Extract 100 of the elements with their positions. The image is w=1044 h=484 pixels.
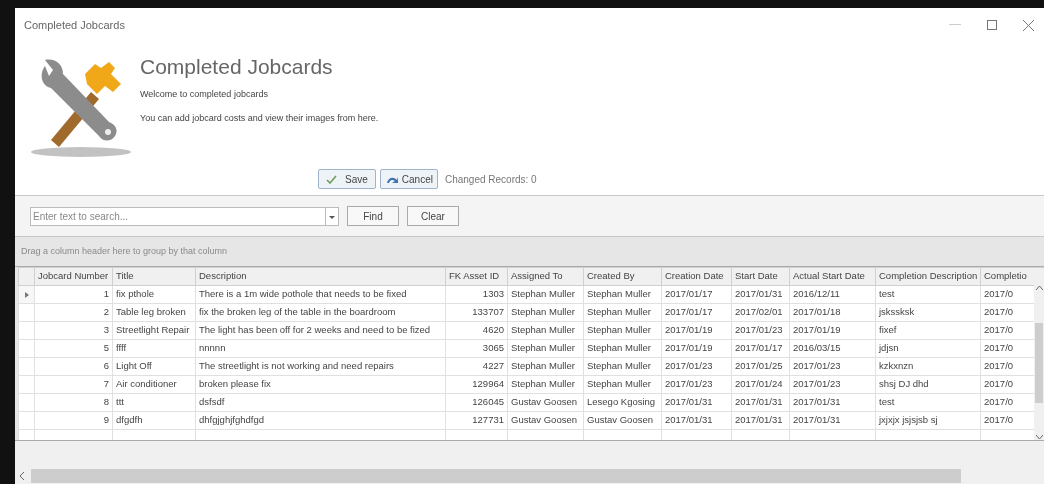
minimize-icon[interactable]: [949, 24, 961, 26]
subtitle-text: You can add jobcard costs and view their images from here.: [140, 111, 379, 125]
table-cell: The light has been off for 2 weeks and need to be fized: [195, 321, 446, 340]
table-cell: 7: [34, 375, 113, 394]
maximize-icon[interactable]: [987, 20, 997, 30]
search-field[interactable]: Enter text to search...: [30, 206, 326, 226]
table-cell: Light Off: [112, 357, 196, 376]
table-cell: 3065: [445, 339, 508, 358]
table-cell: The streetlight is not working and need repairs: [195, 357, 446, 376]
current-row-icon: [24, 291, 29, 298]
checkmark-icon: [326, 174, 337, 184]
table-cell: fix the broken leg of the table in the boardroom: [195, 303, 446, 322]
table-cell: shsj DJ dhd: [875, 375, 981, 394]
table-cell: 2017/01/31: [661, 411, 732, 430]
table-cell: 2: [34, 303, 113, 322]
table-cell: 2017/01/31: [661, 393, 732, 412]
table-cell: Stephan Muller: [583, 339, 662, 358]
changed-records-text: Changed Records: 0: [444, 172, 537, 187]
table-cell: 2017/01/31: [731, 285, 790, 304]
column-header[interactable]: Completio: [980, 267, 1044, 286]
table-cell: kzkxnzn: [875, 357, 981, 376]
save-button[interactable]: Save: [318, 169, 376, 189]
column-header[interactable]: Title: [112, 267, 196, 286]
table-cell: 2017/01/31: [731, 411, 790, 430]
table-cell: dhfgjghjfghdfgd: [195, 411, 446, 430]
page-title: Completed Jobcards: [140, 54, 334, 80]
table-cell: 4620: [445, 321, 508, 340]
table-cell: 2017/01/25: [731, 357, 790, 376]
column-header[interactable]: Completion Description: [875, 267, 981, 286]
column-header[interactable]: Created By: [583, 267, 662, 286]
table-cell: 5: [34, 339, 113, 358]
table-cell: fixef: [875, 321, 981, 340]
table-cell: ttt: [112, 393, 196, 412]
table-cell: 2017/02/01: [731, 303, 790, 322]
column-header[interactable]: Start Date: [731, 267, 790, 286]
table-cell: 2017/01/19: [789, 321, 876, 340]
table-cell: Stephan Muller: [507, 321, 584, 340]
table-cell: jdjsn: [875, 339, 981, 358]
table-cell: Stephan Muller: [583, 357, 662, 376]
column-header[interactable]: Actual Start Date: [789, 267, 876, 286]
table-cell: 8: [34, 393, 113, 412]
table-cell: 2017/01/17: [661, 285, 732, 304]
table-cell: Stephan Muller: [507, 303, 584, 322]
table-cell: 2017/01/31: [789, 411, 876, 430]
table-cell: Gustav Goosen: [583, 411, 662, 430]
row-indicator-header: [18, 267, 35, 286]
table-cell: jxjxjx jsjsjsb sj: [875, 411, 981, 430]
table-cell: Stephan Muller: [507, 339, 584, 358]
group-panel-hint: Drag a column header here to group by that column: [21, 244, 228, 258]
table-cell: Stephan Muller: [507, 375, 584, 394]
scroll-left-icon[interactable]: [19, 472, 27, 480]
close-icon[interactable]: [1023, 19, 1034, 31]
table-cell: Gustav Goosen: [507, 411, 584, 430]
table-cell: 1: [34, 285, 113, 304]
column-header[interactable]: Description: [195, 267, 446, 286]
table-cell: 9: [34, 411, 113, 430]
scroll-down-icon[interactable]: [1035, 435, 1043, 440]
table-cell: Gustav Goosen: [507, 393, 584, 412]
table-cell: broken please fix: [195, 375, 446, 394]
table-cell: 3: [34, 321, 113, 340]
table-cell: Stephan Muller: [507, 285, 584, 304]
table-cell: 2016/03/15: [789, 339, 876, 358]
table-cell: dfgdfh: [112, 411, 196, 430]
welcome-text: Welcome to completed jobcards: [140, 88, 269, 101]
table-cell: Stephan Muller: [583, 303, 662, 322]
table-cell: 4227: [445, 357, 508, 376]
table-cell: 2017/01/24: [731, 375, 790, 394]
table-cell: Stephan Muller: [583, 321, 662, 340]
table-cell: 1303: [445, 285, 508, 304]
table-cell: 6: [34, 357, 113, 376]
column-header[interactable]: FK Asset ID: [445, 267, 508, 286]
table-cell: Lesego Kgosing: [583, 393, 662, 412]
scrollbar-thumb[interactable]: [31, 469, 961, 483]
scrollbar-thumb[interactable]: [1035, 322, 1043, 403]
table-cell: Table leg broken: [112, 303, 196, 322]
table-cell: fix pthole: [112, 285, 196, 304]
table-cell: test: [875, 393, 981, 412]
table-cell: dsfsdf: [195, 393, 446, 412]
cancel-button[interactable]: Cancel: [379, 169, 438, 189]
table-cell: nnnnn: [195, 339, 446, 358]
table-cell: 2017/01/23: [661, 357, 732, 376]
table-cell: 127731: [445, 411, 508, 430]
find-button[interactable]: Find: [347, 206, 399, 226]
table-cell: 2017/01/19: [661, 321, 732, 340]
table-cell: Streetlight Repair: [112, 321, 196, 340]
scroll-up-icon[interactable]: [1035, 285, 1043, 290]
table-cell: 2017/01/23: [661, 375, 732, 394]
table-cell: 133707: [445, 303, 508, 322]
column-header[interactable]: Assigned To: [507, 267, 584, 286]
clear-button[interactable]: Clear: [407, 206, 459, 226]
table-cell: 2017/01/17: [661, 303, 732, 322]
table-cell: 2017/01/23: [789, 375, 876, 394]
column-header[interactable]: Creation Date: [661, 267, 732, 286]
window-title: Completed Jobcards: [24, 17, 125, 33]
table-cell: 2017/01/23: [789, 357, 876, 376]
vertical-scrollbar[interactable]: [1034, 285, 1044, 440]
table-cell: 2017/01/31: [731, 393, 790, 412]
table-cell: Stephan Muller: [583, 375, 662, 394]
table-cell: 126045: [445, 393, 508, 412]
column-header[interactable]: Jobcard Number: [34, 267, 113, 286]
